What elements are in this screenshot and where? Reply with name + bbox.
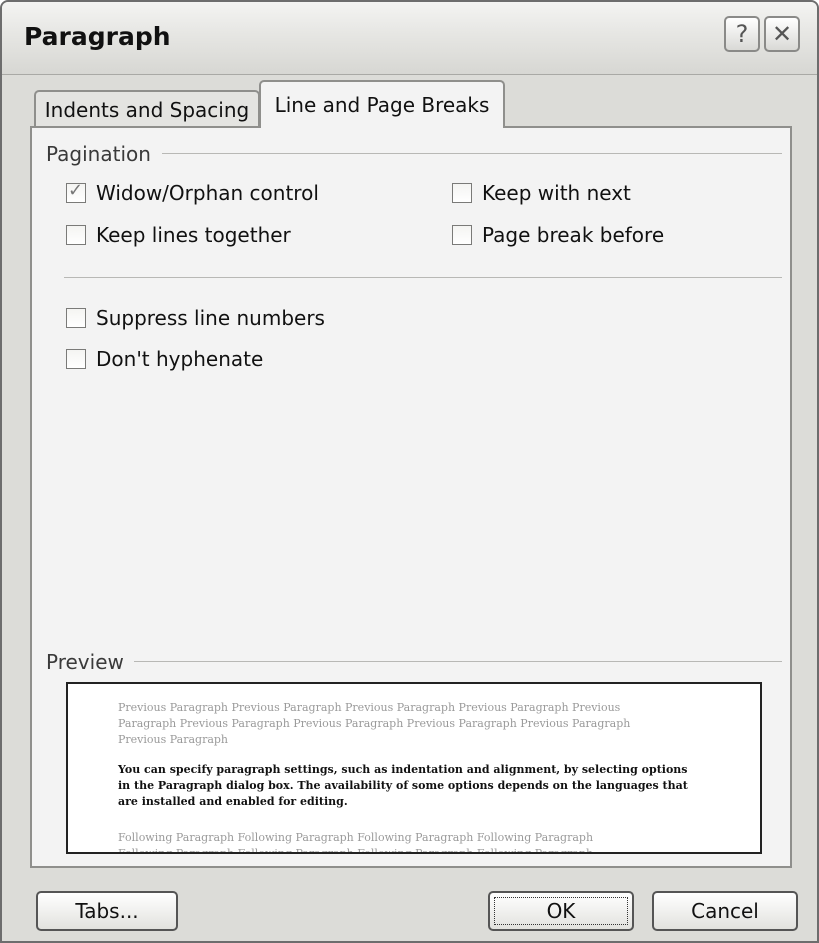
pagination-label: Pagination: [46, 142, 161, 166]
dialog-title: Paragraph: [24, 22, 171, 51]
tab-label: Line and Page Breaks: [274, 93, 490, 117]
tab-line-and-page-breaks[interactable]: Line and Page Breaks: [259, 80, 505, 128]
keep-with-next-checkbox[interactable]: Keep with next: [452, 181, 631, 205]
tab-label: Indents and Spacing: [44, 98, 250, 122]
help-button[interactable]: ?: [724, 16, 760, 52]
preview-sample-line: are installed and enabled for editing.: [118, 795, 348, 808]
checkbox-box[interactable]: [66, 225, 86, 245]
keep-lines-together-checkbox[interactable]: Keep lines together: [66, 223, 291, 247]
tab-indents-and-spacing[interactable]: Indents and Spacing: [34, 90, 260, 126]
ok-button[interactable]: OK: [488, 891, 634, 931]
preview-following-line: Following Paragraph Following Paragraph …: [118, 831, 594, 844]
checkmark-icon: ✓: [68, 180, 84, 201]
checkbox-label: Widow/Orphan control: [96, 181, 319, 205]
preview-previous-line: Paragraph Previous Paragraph Previous Pa…: [118, 717, 631, 730]
preview-sample-line: in the Paragraph dialog box. The availab…: [118, 779, 688, 792]
pagination-divider: [162, 153, 782, 154]
checkbox-box[interactable]: ✓: [66, 180, 86, 203]
preview-sample-line: You can specify paragraph settings, such…: [118, 763, 688, 776]
checkbox-label: Page break before: [482, 223, 665, 247]
checkbox-label: Keep lines together: [96, 223, 291, 247]
dont-hyphenate-checkbox[interactable]: Don't hyphenate: [66, 347, 263, 371]
preview-box: Previous Paragraph Previous Paragraph Pr…: [66, 682, 762, 854]
preview-label: Preview: [46, 650, 134, 674]
tabs-button-label: Tabs...: [75, 899, 139, 923]
preview-previous-line: Previous Paragraph: [118, 733, 229, 746]
title-bar: Paragraph ? ✕: [2, 2, 817, 75]
focus-ring: [494, 897, 628, 925]
tabs-button[interactable]: Tabs...: [36, 891, 178, 931]
checkbox-box[interactable]: [452, 183, 472, 203]
close-button[interactable]: ✕: [764, 16, 800, 52]
close-icon: ✕: [771, 20, 793, 48]
checkbox-label: Keep with next: [482, 181, 631, 205]
checkbox-box[interactable]: [452, 225, 472, 245]
paragraph-dialog: Paragraph ? ✕ Indents and Spacing Line a…: [0, 0, 819, 943]
suppress-line-numbers-checkbox[interactable]: Suppress line numbers: [66, 306, 325, 330]
help-icon: ?: [735, 20, 749, 48]
widow-orphan-checkbox[interactable]: ✓ Widow/Orphan control: [66, 180, 319, 205]
checkbox-box[interactable]: [66, 308, 86, 328]
checkbox-label: Don't hyphenate: [96, 347, 264, 371]
cancel-button[interactable]: Cancel: [652, 891, 798, 931]
formatting-divider: [64, 277, 782, 278]
page-break-before-checkbox[interactable]: Page break before: [452, 223, 664, 247]
preview-following-line: Following Paragraph Following Paragraph …: [118, 847, 594, 854]
preview-divider: [132, 661, 782, 662]
checkbox-label: Suppress line numbers: [96, 306, 325, 330]
checkbox-box[interactable]: [66, 349, 86, 369]
cancel-button-label: Cancel: [691, 899, 759, 923]
preview-previous-line: Previous Paragraph Previous Paragraph Pr…: [118, 701, 621, 714]
